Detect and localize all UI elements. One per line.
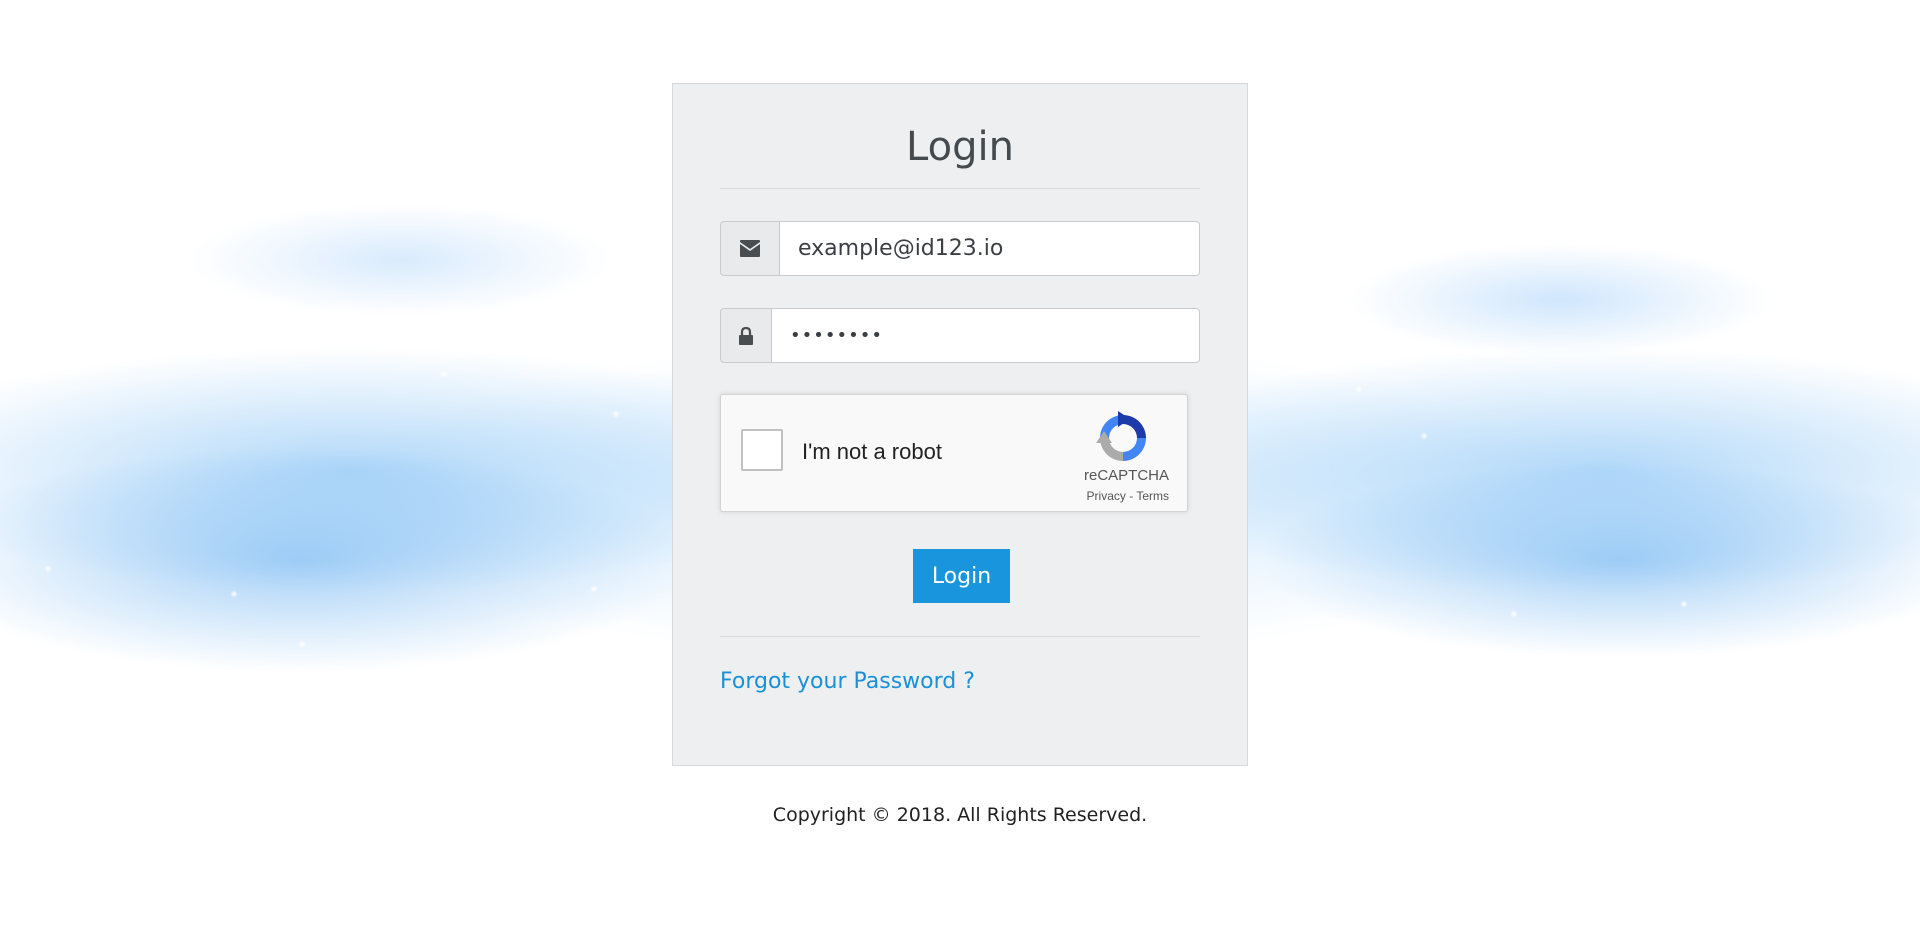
envelope-icon (720, 221, 780, 276)
lock-icon (720, 308, 772, 363)
recaptcha-checkbox[interactable] (741, 429, 783, 471)
page-title: Login (906, 124, 1014, 170)
sparkle (1355, 385, 1363, 393)
sparkle (298, 640, 306, 648)
recaptcha-brand: reCAPTCHA (1083, 467, 1169, 484)
recaptcha-privacy-link[interactable]: Privacy (1087, 489, 1126, 503)
sparkle (230, 590, 238, 598)
sparkle (1680, 600, 1688, 608)
forgot-password-link[interactable]: Forgot your Password ? (720, 669, 975, 694)
login-button[interactable]: Login (913, 549, 1010, 603)
sparkle (1510, 610, 1518, 618)
copyright-text: Copyright © 2018. All Rights Reserved. (772, 804, 1148, 826)
password-input-group: •••••••• (720, 308, 1200, 363)
email-field[interactable] (780, 221, 1200, 276)
recaptcha-links-separator: - (1125, 489, 1137, 503)
sparkle (1420, 432, 1428, 440)
sparkle (44, 565, 52, 573)
login-card: Login •••••••• I'm not a robot (672, 83, 1248, 766)
form-divider (720, 636, 1200, 637)
recaptcha-logo-icon (1096, 411, 1146, 461)
sparkle (590, 585, 598, 593)
recaptcha-links: Privacy - Terms (1087, 489, 1169, 503)
sparkle (158, 680, 166, 688)
sparkle (1790, 712, 1798, 720)
password-field[interactable]: •••••••• (772, 308, 1200, 363)
recaptcha-widget: I'm not a robot reCAPTCHA Privacy - Term… (720, 394, 1188, 512)
recaptcha-label: I'm not a robot (802, 439, 942, 464)
sparkle (440, 370, 448, 378)
sparkle (1865, 622, 1873, 630)
sparkle (505, 312, 513, 320)
sparkle (62, 768, 70, 776)
title-divider (720, 188, 1200, 189)
email-input-group (720, 221, 1200, 276)
sparkle (1340, 630, 1348, 638)
recaptcha-terms-link[interactable]: Terms (1136, 489, 1169, 503)
sparkle (612, 410, 620, 418)
